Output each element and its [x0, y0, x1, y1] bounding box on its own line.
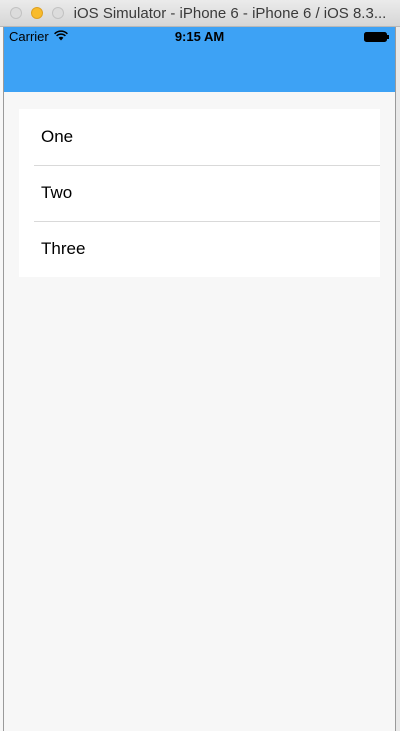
background-window-edge: [396, 27, 400, 731]
list-item-three[interactable]: Three: [19, 221, 380, 277]
simulator-window: iOS Simulator - iPhone 6 - iPhone 6 / iO…: [0, 0, 400, 731]
zoom-window-button[interactable]: [52, 7, 64, 19]
list: One Two Three: [19, 109, 380, 277]
title-bar[interactable]: iOS Simulator - iPhone 6 - iPhone 6 / iO…: [0, 0, 400, 27]
close-window-button[interactable]: [10, 7, 22, 19]
list-item-one[interactable]: One: [19, 109, 380, 165]
navigation-bar: Carrier 9:15 AM: [4, 27, 395, 92]
device-screen: Carrier 9:15 AM One Two Three: [3, 27, 396, 731]
status-bar: Carrier 9:15 AM: [4, 27, 395, 47]
minimize-window-button[interactable]: [31, 7, 43, 19]
status-time: 9:15 AM: [174, 29, 225, 44]
battery-icon: [364, 32, 389, 42]
list-item-two[interactable]: Two: [19, 165, 380, 221]
window-title: iOS Simulator - iPhone 6 - iPhone 6 / iO…: [73, 5, 387, 22]
